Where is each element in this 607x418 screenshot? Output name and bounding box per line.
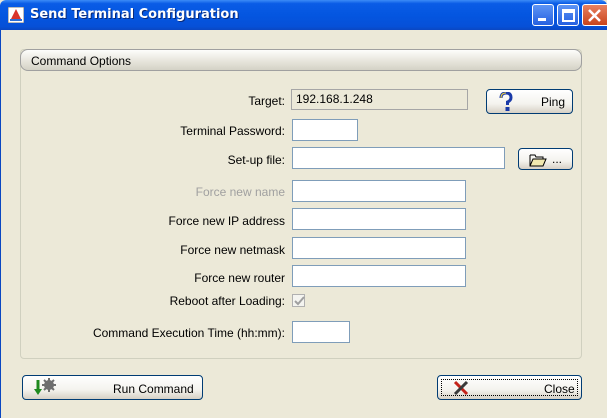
target-label: Target: — [248, 94, 285, 108]
close-window-button[interactable] — [582, 4, 607, 26]
app-icon[interactable] — [7, 6, 25, 24]
force-router-label: Force new router — [194, 271, 285, 285]
target-field: 192.168.1.248 — [291, 89, 468, 110]
group-header-label: Command Options — [31, 54, 132, 68]
reboot-label: Reboot after Loading: — [169, 294, 285, 308]
exec-time-label: Command Execution Time (hh:mm): — [92, 326, 285, 340]
force-netmask-label: Force new netmask — [180, 243, 285, 257]
browse-label: ... — [552, 152, 563, 166]
checkmark-icon — [294, 296, 305, 306]
close-x-icon — [452, 379, 470, 400]
force-name-label: Force new name — [195, 185, 285, 199]
ping-label: Ping — [541, 95, 566, 109]
target-value: 192.168.1.248 — [296, 92, 373, 106]
title-bar[interactable]: Send Terminal Configuration — [0, 0, 607, 30]
password-label: Terminal Password: — [180, 124, 285, 138]
setup-file-input[interactable] — [292, 147, 505, 169]
run-gear-icon — [33, 378, 57, 401]
reboot-checkbox[interactable] — [292, 294, 305, 307]
force-netmask-input[interactable] — [292, 237, 466, 259]
password-input[interactable] — [292, 119, 358, 141]
ping-button[interactable]: Ping — [486, 89, 573, 114]
maximize-button[interactable] — [557, 4, 579, 26]
close-label: Close — [544, 382, 575, 396]
run-command-button[interactable]: Run Command — [22, 375, 203, 400]
setup-file-label: Set-up file: — [227, 153, 285, 167]
help-question-icon — [497, 91, 515, 115]
force-ip-label: Force new IP address — [168, 214, 285, 228]
force-router-input[interactable] — [292, 265, 466, 287]
run-command-label: Run Command — [113, 382, 194, 396]
command-options-header: Command Options — [20, 49, 582, 71]
force-name-input — [292, 180, 466, 202]
minimize-button[interactable] — [532, 4, 554, 26]
folder-open-icon — [529, 153, 547, 170]
window-title: Send Terminal Configuration — [30, 7, 239, 22]
close-button[interactable]: Close — [437, 375, 582, 400]
browse-file-button[interactable]: ... — [518, 148, 573, 170]
exec-time-input[interactable] — [292, 321, 350, 343]
force-ip-input[interactable] — [292, 208, 466, 230]
